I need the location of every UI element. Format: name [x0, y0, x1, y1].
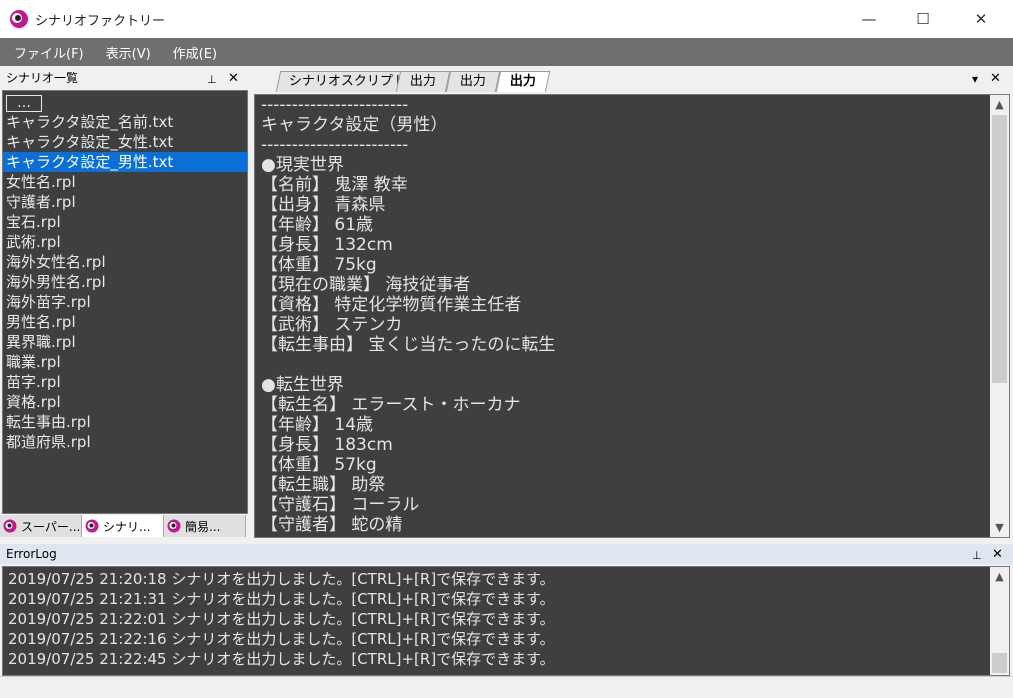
output-line: 【武術】 ステンカ: [261, 315, 403, 335]
list-item-file[interactable]: 苗字.rpl: [3, 372, 247, 392]
output-line: 【守護石】 コーラル: [261, 495, 420, 515]
bottom-tab-2[interactable]: 簡易...: [164, 515, 246, 537]
list-item-file[interactable]: 転生事由.rpl: [3, 412, 247, 432]
list-item-file[interactable]: 守護者.rpl: [3, 192, 247, 212]
log-entry: 2019/07/25 21:22:01 シナリオを出力しました。[CTRL]+[…: [8, 610, 555, 628]
tab-output-3[interactable]: 出力: [495, 71, 551, 92]
output-line: 【現在の職業】 海技従事者: [261, 275, 471, 295]
output-line: ●現実世界: [261, 155, 344, 175]
app-logo-icon: [10, 10, 28, 28]
menu-file[interactable]: ファイル(F): [14, 43, 84, 62]
list-item-file[interactable]: 男性名.rpl: [3, 312, 247, 332]
list-item-file[interactable]: 海外女性名.rpl: [3, 252, 247, 272]
output-panel-close-button[interactable]: ✕: [990, 71, 1001, 86]
window-title: シナリオファクトリー: [35, 14, 166, 29]
list-item-file[interactable]: キャラクタ設定_名前.txt: [3, 112, 247, 132]
output-line: ------------------------: [261, 95, 409, 115]
bottom-tab-label: シナリ...: [103, 519, 151, 534]
output-line: 【転生事由】 宝くじ当たったのに転生: [261, 335, 556, 355]
log-entry: 2019/07/25 21:20:18 シナリオを出力しました。[CTRL]+[…: [8, 570, 555, 588]
bottom-tab-1[interactable]: シナリ...: [82, 515, 164, 537]
scroll-down-icon[interactable]: ▼: [990, 518, 1009, 537]
output-line: 【体重】 57kg: [261, 455, 377, 475]
output-line: 【守護者】 蛇の精: [261, 515, 403, 535]
scenario-list-header: シナリオ一覧 ⊥ ✕: [0, 68, 250, 88]
output-tabstrip: シナリオスクリプト 出力 出力 出力 ▾ ✕: [252, 68, 1013, 92]
log-scroll-thumb[interactable]: [992, 653, 1007, 673]
output-line: 【転生名】 エラースト・ホーカナ: [261, 395, 521, 415]
log-entry: 2019/07/25 21:22:16 シナリオを出力しました。[CTRL]+[…: [8, 630, 555, 648]
bottom-tab-label: スーパー...: [21, 519, 81, 534]
app-logo-icon: [3, 519, 17, 533]
tab-list-dropdown-icon[interactable]: ▾: [972, 72, 978, 86]
output-line: ------------------------: [261, 135, 409, 155]
list-item-file[interactable]: キャラクタ設定_女性.txt: [3, 132, 247, 152]
list-item-file[interactable]: 異界職.rpl: [3, 332, 247, 352]
error-log-pin-icon[interactable]: ⊥: [972, 546, 982, 566]
list-item-file[interactable]: 女性名.rpl: [3, 172, 247, 192]
scenario-file-list[interactable]: … キャラクタ設定_名前.txt キャラクタ設定_女性.txt キャラクタ設定_男性…: [2, 90, 248, 514]
list-item-file[interactable]: 資格.rpl: [3, 392, 247, 412]
bottom-tab-label: 簡易...: [185, 519, 221, 534]
list-item-file[interactable]: 宝石.rpl: [3, 212, 247, 232]
list-item-file[interactable]: 海外苗字.rpl: [3, 292, 247, 312]
error-log-list[interactable]: 2019/07/25 21:20:18 シナリオを出力しました。[CTRL]+[…: [2, 566, 1010, 676]
tab-output-2[interactable]: 出力: [445, 71, 501, 92]
output-line: 【名前】 鬼澤 教幸: [261, 175, 408, 195]
list-item-file[interactable]: 海外男性名.rpl: [3, 272, 247, 292]
left-bottom-tabs: スーパー... シナリ... 簡易...: [0, 515, 250, 539]
tab-output-1[interactable]: 出力: [395, 71, 451, 92]
output-line: キャラクタ設定（男性）: [261, 115, 448, 135]
output-line: 【身長】 132cm: [261, 235, 393, 255]
close-window-button[interactable]: ✕: [958, 0, 1004, 38]
output-text-lines: ------------------------ キャラクタ設定（男性） -----…: [261, 95, 981, 535]
maximize-button[interactable]: ☐: [900, 0, 946, 38]
scroll-up-icon[interactable]: ▲: [990, 95, 1009, 114]
output-panel: シナリオスクリプト 出力 出力 出力 ▾ ✕ -----------------…: [252, 68, 1013, 540]
log-scroll-up-icon[interactable]: ▲: [990, 567, 1009, 586]
output-vertical-scrollbar[interactable]: ▲ ▼: [990, 95, 1009, 537]
list-item-file[interactable]: 都道府県.rpl: [3, 432, 247, 452]
title-bar: シナリオファクトリー — ☐ ✕: [0, 0, 1013, 38]
list-item-file[interactable]: 職業.rpl: [3, 352, 247, 372]
output-line: 【転生職】 助祭: [261, 475, 386, 495]
error-log-header: ErrorLog ⊥ ✕: [0, 544, 1013, 564]
bottom-tab-0[interactable]: スーパー...: [0, 515, 82, 537]
output-line: 【年齢】 61歳: [261, 215, 374, 235]
error-log-close-button[interactable]: ✕: [992, 545, 1003, 565]
log-entry: 2019/07/25 21:21:31 シナリオを出力しました。[CTRL]+[…: [8, 590, 555, 608]
list-item-file[interactable]: キャラクタ設定_男性.txt: [3, 152, 247, 172]
scenario-list-close-button[interactable]: ✕: [228, 69, 239, 89]
output-line: 【出身】 青森県: [261, 195, 386, 215]
output-line: 【身長】 183cm: [261, 435, 393, 455]
output-line: 【体重】 75kg: [261, 255, 377, 275]
scenario-list-panel: シナリオ一覧 ⊥ ✕ … キャラクタ設定_名前.txt キャラクタ設定_女性.tx…: [0, 68, 250, 540]
menu-create[interactable]: 作成(E): [173, 43, 217, 62]
error-log-title: ErrorLog: [6, 547, 57, 561]
app-logo-icon: [85, 519, 99, 533]
output-text-area[interactable]: ------------------------ キャラクタ設定（男性） -----…: [254, 94, 1010, 538]
log-entry: 2019/07/25 21:22:45 シナリオを出力しました。[CTRL]+[…: [8, 650, 555, 668]
scroll-thumb[interactable]: [992, 115, 1007, 383]
pin-icon[interactable]: ⊥: [207, 70, 217, 90]
app-logo-icon: [167, 519, 181, 533]
list-item-parent-folder[interactable]: …: [3, 92, 247, 112]
menu-bar: ファイル(F) 表示(V) 作成(E): [0, 38, 1013, 66]
output-line: ●転生世界: [261, 375, 344, 395]
list-item-file[interactable]: 武術.rpl: [3, 232, 247, 252]
error-log-scrollbar[interactable]: ▲: [990, 567, 1009, 675]
error-log-panel: ErrorLog ⊥ ✕ 2019/07/25 21:20:18 シナリオを出力…: [0, 544, 1013, 698]
scenario-list-title: シナリオ一覧: [6, 71, 79, 85]
menu-view[interactable]: 表示(V): [106, 43, 151, 62]
status-bar: [0, 676, 1013, 698]
output-line: 【資格】 特定化学物質作業主任者: [261, 295, 522, 315]
error-log-entries: 2019/07/25 21:20:18 シナリオを出力しました。[CTRL]+[…: [8, 569, 555, 669]
minimize-button[interactable]: —: [846, 0, 892, 38]
output-line: 【年齢】 14歳: [261, 415, 374, 435]
